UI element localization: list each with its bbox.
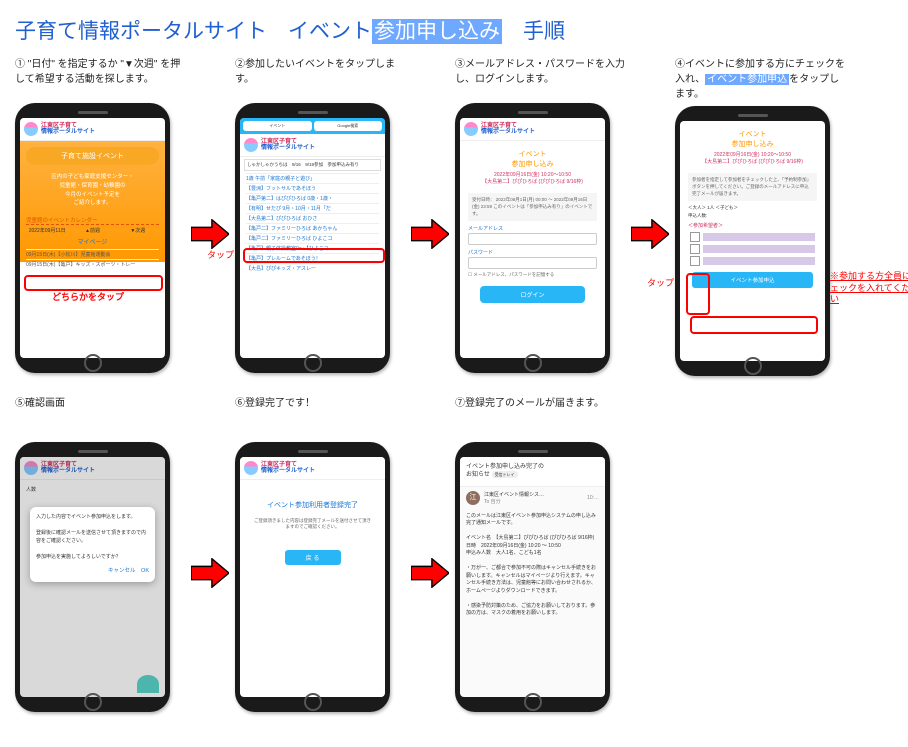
participant-checkbox[interactable]: [690, 256, 815, 266]
phone-4: イベント参加申し込み 2022年09月16日(金) 10:20～10:50【大島…: [675, 106, 830, 376]
list-item[interactable]: 1歳 午前「家庭の親子と遊び」: [246, 173, 379, 182]
email-label: メールアドレス: [468, 225, 597, 232]
step-3-caption: ③メールアドレス・パスワードを入力し、ログインします。: [455, 57, 625, 99]
row-1: ① "日付" を指定するか "▼次週" を押して希望する活動を探します。 江東区…: [15, 57, 893, 376]
arrow-icon: [625, 99, 675, 369]
tap-label: タップ: [647, 276, 674, 289]
list-item[interactable]: 【大島第二】ぴぴひろば おひさ: [246, 213, 379, 222]
step-1-caption: ① "日付" を指定するか "▼次週" を押して希望する活動を探します。: [15, 57, 185, 99]
phone-5: 江東区子育て情報ポータルサイト 人数 入力した内容でイベント参加申込をします。 …: [15, 442, 170, 712]
arrow-icon: [185, 438, 235, 708]
step-4: ④イベントに参加する方にチェックを入れ、イベント参加申込をタップします。 イベン…: [675, 57, 845, 376]
people-info: ＜大人＞ 1人 ＜子ども＞: [688, 205, 817, 211]
ribbon-title: 子育て施設イベント: [26, 147, 159, 165]
complete-msg: ご登録頂きました内容は登録完了メールを送付させて頂きますのでご確認ください。: [252, 518, 373, 530]
step-6-caption: ⑥登録完了です！: [235, 396, 405, 438]
event-info: 2022年09月16日(金) 10:20～10:50【大島第二】ぴぴひろば (ぴ…: [460, 171, 605, 189]
email-field[interactable]: [468, 233, 597, 245]
list-item[interactable]: 【豊洲】フットサルであそぼう: [246, 183, 379, 192]
apply-button[interactable]: イベント参加申込: [692, 272, 813, 288]
avatar-icon: 江: [466, 491, 480, 505]
instruction-box: 参加者を指定して参加者をチェックした上、「予約制参加」ボタンを押してください。ご…: [688, 173, 817, 201]
tap-label: どちらかをタップ: [52, 290, 124, 303]
info-box: 受付日時： 2022年08月1日(月) 00:00 ～ 2022年09月16日(…: [468, 193, 597, 221]
form-title: イベント参加申し込み: [680, 121, 825, 151]
mypage-link[interactable]: マイページ: [23, 237, 162, 246]
phone-3: 江東区子育て情報ポータルサイト イベント参加申し込み 2022年09月16日(金…: [455, 103, 610, 373]
step-2: ②参加したいイベントをタップします。 イベントGoogle検索 江東区子育て情報…: [235, 57, 405, 373]
login-button[interactable]: ログイン: [480, 286, 585, 303]
highlight-box: [690, 316, 818, 334]
participant-checkbox[interactable]: [690, 232, 815, 242]
highlight-box: [243, 248, 385, 263]
ok-button[interactable]: OK: [141, 568, 149, 574]
step-6: ⑥登録完了です！ 江東区子育て情報ポータルサイト イベント参加利用者登録完了 ご…: [235, 396, 405, 712]
list-item[interactable]: 【亀戸二】ファミリーひろば ひよこコ: [246, 233, 379, 242]
intro-text: 区内の子ども家庭支援センター・児童館・保育園・幼稚園の今月のイベント予定をご紹介…: [20, 169, 165, 212]
back-button[interactable]: 戻 る: [285, 550, 341, 565]
cancel-button[interactable]: キャンセル: [108, 568, 136, 574]
date-nav[interactable]: 2022年09月11日▲前週▼次週: [26, 227, 159, 234]
step-7-caption: ⑦登録完了のメールが届きます。: [455, 396, 625, 438]
calendar-heading: 児童館のイベントカレンダー: [26, 216, 159, 225]
password-field[interactable]: [468, 257, 597, 269]
step-4-caption: ④イベントに参加する方にチェックを入れ、イベント参加申込をタップします。: [675, 57, 845, 102]
mail-subject: イベント参加申し込み完了のお知らせ 受信トレイ: [460, 457, 605, 487]
phone-6: 江東区子育て情報ポータルサイト イベント参加利用者登録完了 ご登録頂きました内容…: [235, 442, 390, 712]
step-1: ① "日付" を指定するか "▼次週" を押して希望する活動を探します。 江東区…: [15, 57, 185, 373]
highlight-box: [686, 273, 710, 315]
list-item[interactable]: 【有明】せだぴ 9月・10月・11月「だ: [246, 203, 379, 212]
step-5: ⑤確認画面 江東区子育て情報ポータルサイト 人数 入力した内容でイベント参加申込…: [15, 396, 185, 712]
highlight-box: [24, 275, 163, 291]
confirm-dialog: 入力した内容でイベント参加申込をします。 登録後に確認メールを送信させて頂きます…: [30, 507, 155, 582]
step-3: ③メールアドレス・パスワードを入力し、ログインします。 江東区子育て情報ポータル…: [455, 57, 625, 373]
count-label: 申込人数:: [688, 213, 817, 219]
step-5-caption: ⑤確認画面: [15, 396, 185, 438]
mail-from: 江 江東区イベント情報シス…To 自分 10:…: [466, 491, 599, 505]
list-item[interactable]: 【大島】ぴぴキッズ・アスレー: [246, 263, 379, 272]
complete-title: イベント参加利用者登録完了: [240, 500, 385, 510]
password-label: パスワード: [468, 249, 597, 256]
participant-checkbox[interactable]: [690, 244, 815, 254]
step-2-caption: ②参加したいイベントをタップします。: [235, 57, 405, 99]
arrow-icon: [405, 438, 455, 708]
list-item[interactable]: 【亀戸第二】はぴぴひろば 0歳・1歳・: [246, 193, 379, 202]
row-2: ⑤確認画面 江東区子育て情報ポータルサイト 人数 入力した内容でイベント参加申込…: [15, 396, 893, 712]
arrow-icon: [405, 99, 455, 369]
list-item[interactable]: しゃかしゃかうちは 9/16 9/19参加 参加申込み有り: [244, 159, 381, 171]
arrow-icon: [185, 99, 235, 369]
browser-tabs[interactable]: イベントGoogle検索: [240, 118, 385, 134]
step-7: ⑦登録完了のメールが届きます。 イベント参加申し込み完了のお知らせ 受信トレイ …: [455, 396, 625, 712]
mascot-icon: [137, 675, 159, 693]
tap-label: タップ: [207, 248, 234, 261]
phone-2: イベントGoogle検索 江東区子育て情報ポータルサイト しゃかしゃかうちは 9…: [235, 103, 390, 373]
mail-body: このメールは江東区イベント参加申込システムの申し込み完了通知メールです。 イベン…: [460, 509, 605, 622]
list-item[interactable]: 【亀戸二】ファミリーひろば あかちゃん: [246, 223, 379, 232]
event-row[interactable]: 09月15日(木)【亀戸】キッズ・スポーツ・トレー: [26, 259, 159, 268]
remember-checkbox[interactable]: ☐ メールアドレス、パスワードを記憶する: [468, 272, 597, 278]
event-row[interactable]: 09月15日(木)【小松川】児童館運動会: [26, 249, 159, 258]
event-info: 2022年09月16日(金) 10:20～10:50【大島第二】ぴぴひろば (ぴ…: [680, 151, 825, 169]
checkbox-note: ※参加する方全員にチェックを入れてください: [830, 271, 908, 306]
page-title: 子育て情報ポータルサイト イベント参加申し込み 手順: [15, 15, 893, 45]
checklist-heading: ＜参加希望者＞: [688, 222, 817, 229]
phone-1: 江東区子育て情報ポータルサイト 子育て施設イベント 区内の子ども家庭支援センター…: [15, 103, 170, 373]
form-title: イベント参加申し込み: [460, 141, 605, 171]
phone-7: イベント参加申し込み完了のお知らせ 受信トレイ 江 江東区イベント情報シス…To…: [455, 442, 610, 712]
